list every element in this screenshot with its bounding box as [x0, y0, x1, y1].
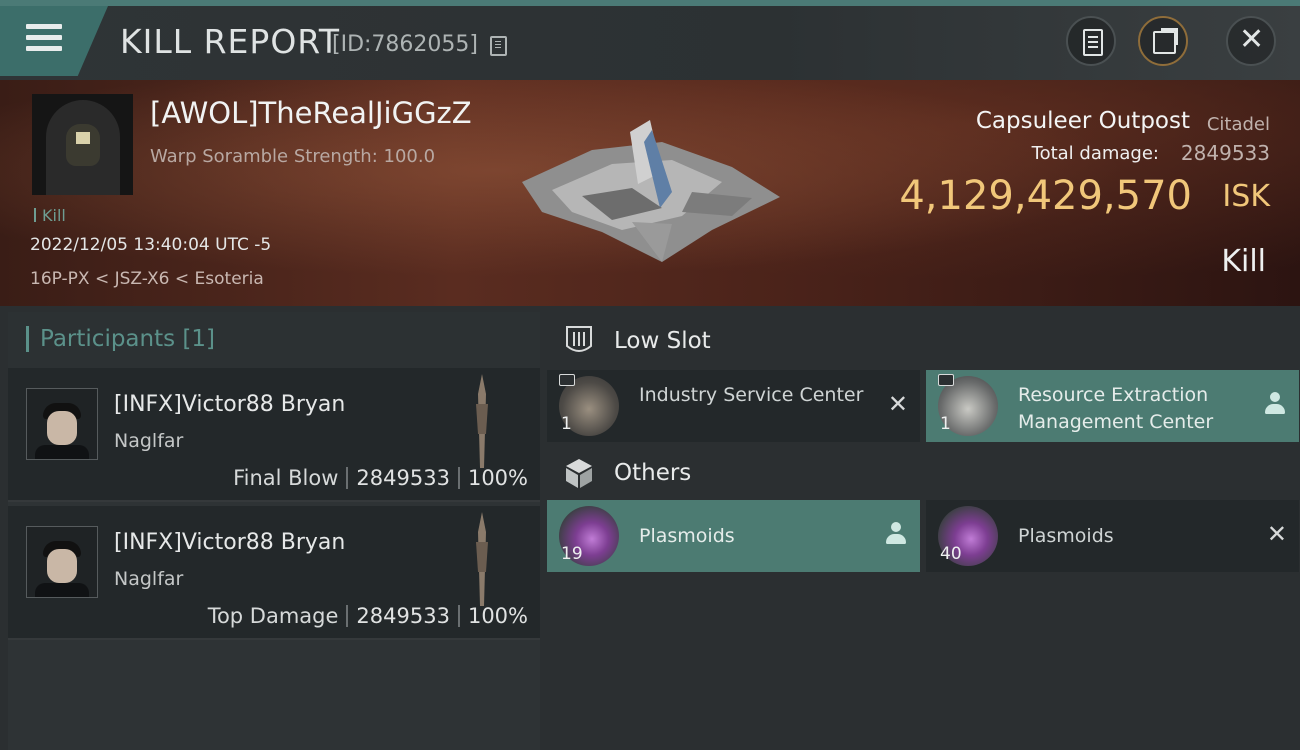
close-button[interactable]: ✕	[1226, 16, 1276, 66]
participant-ship: Naglfar	[114, 568, 184, 590]
low-slot-icon	[566, 326, 592, 352]
kill-indicator	[34, 208, 36, 222]
destroyed-icon: ✕	[887, 390, 908, 418]
participant-damage: 2849533	[356, 604, 450, 628]
item-plasmoids[interactable]: 19 Plasmoids	[547, 500, 920, 572]
participant-name: [INFX]Victor88 Bryan	[114, 392, 346, 417]
destroyed-icon: ✕	[1266, 520, 1287, 548]
participant-stats: Final Blow 2849533 100%	[233, 466, 528, 490]
structure-type: Citadel	[1206, 114, 1270, 135]
dropped-person-icon	[1265, 392, 1285, 416]
cargo-box-icon	[566, 459, 592, 488]
low-slot-label: Low Slot	[614, 328, 711, 354]
participant-row[interactable]: [INFX]Victor88 Bryan Naglfar Top Damage 2…	[8, 506, 540, 640]
menu-icon[interactable]	[26, 24, 62, 52]
report-result: Kill	[1221, 244, 1266, 279]
top-accent-line	[0, 0, 1300, 6]
total-damage-value: 2849533	[1180, 141, 1270, 165]
ship-icon	[476, 374, 488, 468]
kill-id: [ID:7862055]	[332, 32, 478, 57]
participants-title: Participants [1]	[40, 326, 215, 352]
participant-avatar[interactable]	[26, 526, 98, 598]
item-name: Industry Service Center	[639, 384, 864, 406]
victim-portrait[interactable]	[32, 94, 133, 195]
kill-count-label: Kill	[42, 206, 66, 225]
others-label: Others	[614, 460, 692, 486]
participant-damage: 2849533	[356, 466, 450, 490]
isk-unit: ISK	[1222, 179, 1270, 214]
citadel-render	[522, 120, 780, 262]
total-damage-label: Total damage:	[1031, 143, 1159, 164]
victim-name[interactable]: [AWOL]TheRealJiGGzZ	[150, 96, 472, 130]
item-quantity: 19	[561, 544, 583, 564]
dropped-person-icon	[886, 522, 906, 546]
share-icon	[1153, 28, 1178, 54]
participant-role: Final Blow	[233, 466, 339, 490]
isk-value: 4,129,429,570	[899, 173, 1192, 219]
participant-name: [INFX]Victor88 Bryan	[114, 530, 346, 555]
participant-avatar[interactable]	[26, 388, 98, 460]
close-icon: ✕	[1239, 22, 1265, 57]
item-resource-extraction-center[interactable]: 1 Resource Extraction Management Center	[926, 370, 1299, 442]
kill-location: 16P-PX < JSZ-X6 < Esoteria	[30, 269, 264, 289]
item-industry-service-center[interactable]: 1 Industry Service Center ✕	[547, 370, 920, 442]
item-plasmoids[interactable]: 40 Plasmoids ✕	[926, 500, 1299, 572]
item-tag-icon	[938, 374, 954, 386]
item-name: Resource Extraction Management Center	[1018, 384, 1214, 433]
item-quantity: 1	[940, 414, 951, 434]
item-quantity: 40	[940, 544, 962, 564]
clipboard-button[interactable]	[1066, 16, 1116, 66]
share-button[interactable]	[1138, 16, 1188, 66]
item-name: Plasmoids	[639, 525, 735, 547]
participant-percent: 100%	[467, 466, 528, 490]
participants-accent	[26, 326, 29, 352]
participant-ship: Naglfar	[114, 430, 184, 452]
copy-id-icon[interactable]	[490, 36, 507, 56]
kill-datetime: 2022/12/05 13:40:04 UTC -5	[30, 235, 272, 255]
warp-scramble-strength: Warp Soramble Strength: 100.0	[150, 146, 436, 167]
ship-icon	[476, 512, 488, 606]
participant-row[interactable]: [INFX]Victor88 Bryan Naglfar Final Blow 2…	[8, 368, 540, 502]
participant-role: Top Damage	[207, 604, 339, 628]
structure-name[interactable]: Capsuleer Outpost	[976, 108, 1190, 134]
participant-stats: Top Damage 2849533 100%	[208, 604, 528, 628]
item-tag-icon	[559, 374, 575, 386]
item-quantity: 1	[561, 414, 572, 434]
page-title: KILL REPORT	[120, 22, 340, 61]
participant-percent: 100%	[467, 604, 528, 628]
clipboard-icon	[1083, 29, 1103, 56]
item-name: Plasmoids	[1018, 525, 1114, 547]
